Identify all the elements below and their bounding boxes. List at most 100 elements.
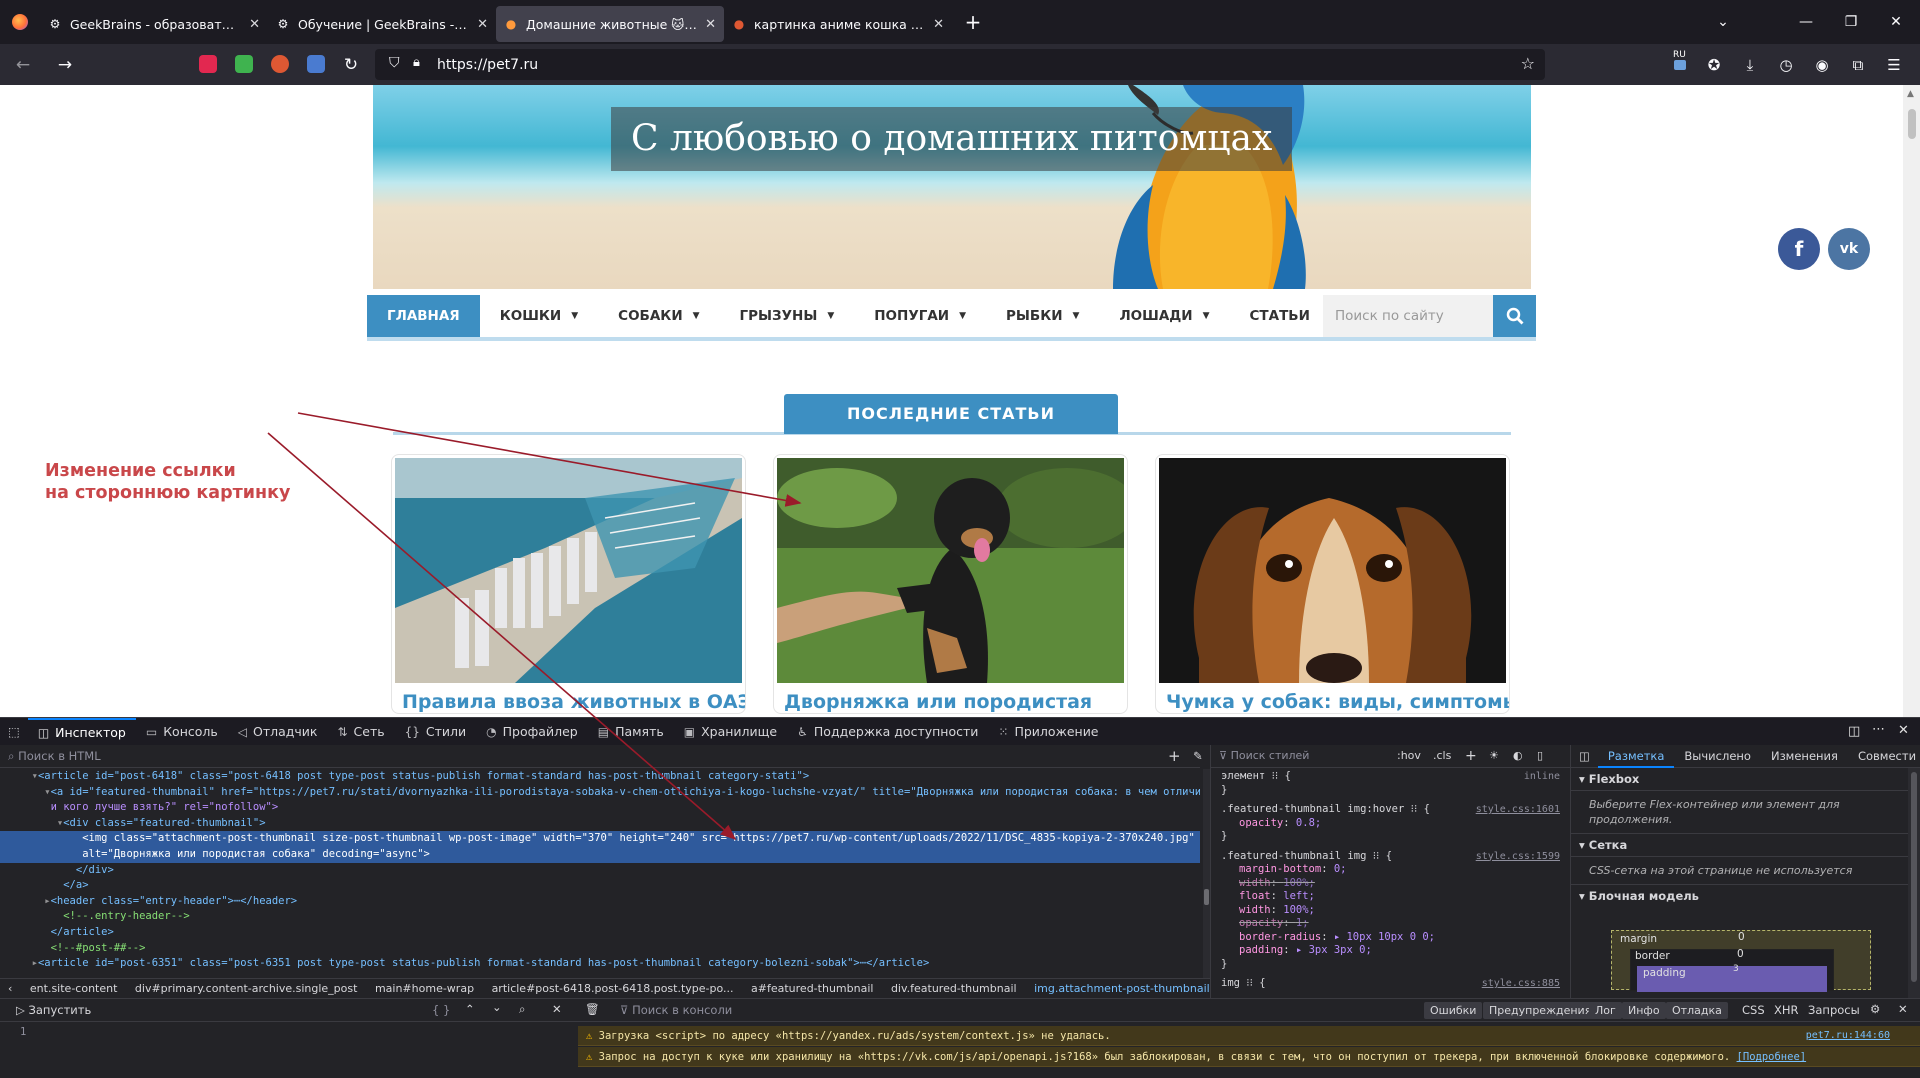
article-title[interactable]: Чумка у собак: виды, симптомы [1166,691,1509,713]
tab-memory[interactable]: ▤ Память [588,718,674,746]
filter-info-button[interactable]: Инфо [1622,1002,1666,1019]
filter-xhr-button[interactable]: XHR [1774,1003,1799,1017]
site-search-input[interactable]: Поиск по сайту [1323,295,1493,337]
console-warning[interactable]: ⚠ Запрос на доступ к куке или хранилищу … [578,1047,1920,1067]
style-declaration[interactable]: padding: ▸ 3px 3px 0; [1211,944,1570,958]
menu-item-cats[interactable]: КОШКИ ▼ [480,295,598,337]
tab-profiler[interactable]: ◔ Профайлер [476,718,588,746]
boxmodel-section-header[interactable]: ▾ Блочная модель [1571,885,1920,907]
article-card[interactable]: Правила ввоза животных в ОАЭ [391,454,746,714]
flexbox-section-header[interactable]: ▾ Flexbox [1571,768,1920,791]
eyedropper-icon[interactable]: ✎ [1193,745,1203,767]
light-theme-icon[interactable]: ☀ [1489,745,1499,767]
style-rule-line[interactable]: элемент ⁝⁝ {inline [1211,770,1570,784]
site-title[interactable]: С любовью о домашних питомцах [611,107,1293,171]
history-up-icon[interactable]: ⌃ [465,1002,475,1016]
breadcrumb-left-arrow-icon[interactable]: ‹ [8,982,12,995]
article-thumbnail-dog[interactable] [777,458,1124,683]
menu-item-parrots[interactable]: ПОПУГАИ ▼ [854,295,986,337]
minimize-icon[interactable]: — [1783,0,1829,44]
security-extension-icon[interactable] [199,55,217,73]
tab-duckduckgo[interactable]: ● картинка аниме кошка at Duc ✕ [724,6,952,42]
html-tree[interactable]: ▾<article id="post-6418" class="post-641… [0,769,1200,995]
article-card[interactable]: Дворняжка или породистая [773,454,1128,714]
article-thumbnail-dubai[interactable] [395,458,742,683]
filter-log-button[interactable]: Лог [1589,1002,1622,1019]
style-rule-line[interactable]: .featured-thumbnail img:hover ⁝⁝ {style.… [1211,803,1570,817]
menu-item-home[interactable]: ГЛАВНАЯ [367,295,480,337]
cls-toggle[interactable]: .cls [1433,745,1451,767]
tab-computed[interactable]: Вычислено [1674,749,1761,763]
style-declaration[interactable]: opacity: 0.8; [1211,817,1570,831]
tab-layout[interactable]: Разметка [1597,745,1675,768]
vk-icon[interactable]: vk [1828,228,1870,270]
menu-hamburger-icon[interactable]: ☰ [1877,49,1911,81]
history-down-icon[interactable]: ⌄ [492,1000,502,1014]
html-line[interactable]: </div> [0,863,1200,879]
pick-element-icon[interactable]: ⬚ [0,718,28,746]
clear-console-icon[interactable]: 🗑︎ [585,1002,600,1016]
tab-debugger[interactable]: ◁ Отладчик [228,718,328,746]
breadcrumb-item[interactable]: div.featured-thumbnail [891,982,1017,995]
html-line[interactable]: ▸<header class="entry-header">⋯</header> [0,894,1200,910]
new-tab-button[interactable]: + [958,10,988,34]
style-declaration[interactable]: border-radius: ▸ 10px 10px 0 0; [1211,931,1570,945]
pretty-print-icon[interactable]: { } [432,1003,450,1017]
run-button[interactable]: ▷ Запустить [16,1003,91,1017]
console-warning[interactable]: ⚠ Загрузка <script> по адресу «https://y… [578,1026,1920,1046]
restore-icon[interactable]: ❐ [1828,0,1874,44]
tab-console[interactable]: ▭ Консоль [136,718,228,746]
tab-inspector[interactable]: ◫ Инспектор [27,717,136,746]
rule-source[interactable]: style.css:1599 [1476,850,1560,864]
pocket-icon[interactable]: ✪ [1697,49,1731,81]
add-rule-icon[interactable]: + [1465,745,1477,767]
html-line[interactable]: ▾<article id="post-6418" class="post-641… [0,769,1200,785]
reload-icon[interactable]: ↻ [334,49,368,81]
html-line[interactable]: </article> [0,925,1200,941]
menu-item-articles[interactable]: СТАТЬИ [1230,295,1330,337]
url-bar[interactable]: ⛉ 🔒︎ https://pet7.ru ☆ [375,49,1545,80]
duckduckgo-extension-icon[interactable] [271,55,289,73]
filter-errors-button[interactable]: Ошибки [1424,1002,1483,1019]
more-options-icon[interactable]: ⋯ [1872,722,1885,737]
filter-css-button[interactable]: CSS [1742,1003,1765,1017]
article-card[interactable]: Чумка у собак: виды, симптомы [1155,454,1510,714]
html-line[interactable]: и кого лучше взять?" rel="nofollow"> [0,800,1200,816]
download-icon[interactable]: ⤓ [1733,49,1767,81]
margin-value[interactable]: 0 [1738,931,1745,943]
article-title[interactable]: Дворняжка или породистая [784,691,1092,713]
forward-arrow-icon[interactable]: → [48,49,82,81]
tab-accessibility[interactable]: ♿︎ Поддержка доступности [787,718,988,746]
history-icon[interactable]: ◷ [1769,49,1803,81]
menu-item-horses[interactable]: ЛОШАДИ ▼ [1099,295,1229,337]
toggle-sidebar-icon[interactable]: ◫ [1571,749,1598,763]
html-line[interactable]: ▾<a id="featured-thumbnail" href="https:… [0,785,1200,801]
close-devtools-icon[interactable]: ✕ [1898,723,1909,738]
firefox-icon[interactable] [0,0,40,44]
grid-section-header[interactable]: ▾ Сетка [1571,834,1920,857]
html-line-selected[interactable]: alt="Дворняжка или породистая собака" de… [0,846,1200,863]
reverse-search-icon[interactable]: ⌕ [519,1002,525,1017]
site-shield-icon[interactable]: ⛉ [389,55,400,71]
extensions-icon[interactable]: ⧉ [1841,49,1875,81]
scroll-up-icon[interactable]: ▲ [1907,89,1914,99]
close-split-console-icon[interactable]: ✕ [1898,1002,1908,1016]
rule-source[interactable]: style.css:1601 [1476,803,1560,817]
layout-scrollbar[interactable] [1908,768,1920,998]
menu-item-dogs[interactable]: СОБАКИ ▼ [598,295,719,337]
bookmark-star-icon[interactable]: ☆ [1521,54,1535,73]
filter-warnings-button[interactable]: Предупреждения [1483,1002,1598,1019]
close-tab-icon[interactable]: ✕ [249,17,260,32]
dock-icon[interactable]: ◫ [1848,724,1860,739]
filter-requests-button[interactable]: Запросы [1808,1003,1860,1017]
html-line[interactable]: ▾<div class="featured-thumbnail"> [0,816,1200,832]
tab-geekbrains-1[interactable]: ⚙ GeekBrains - образовательный ✕ [40,6,268,42]
tab-application[interactable]: ⁙ Приложение [988,718,1108,746]
filter-debug-button[interactable]: Отладка [1666,1002,1728,1019]
facebook-icon[interactable]: f [1778,228,1820,270]
tab-styles[interactable]: {} Стили [395,718,477,746]
breadcrumb-item[interactable]: ent.site-content [30,982,118,995]
style-rule-line[interactable]: img ⁝⁝ {style.css:885 [1211,977,1570,991]
close-editor-icon[interactable]: ✕ [552,1002,562,1016]
tab-changes[interactable]: Изменения [1761,749,1848,763]
